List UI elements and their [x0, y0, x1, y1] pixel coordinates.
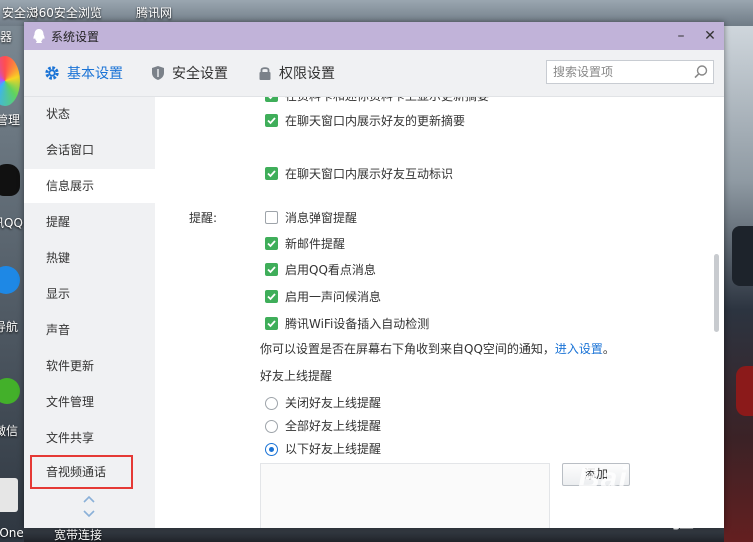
file-icon[interactable]: [0, 478, 18, 512]
desktop-icon-label[interactable]: 360安全浏览: [31, 4, 102, 21]
search-box[interactable]: [546, 60, 714, 84]
checkbox-chat-interaction-mark[interactable]: [265, 167, 278, 180]
app-launcher-icon[interactable]: [0, 56, 20, 106]
lock-icon: [259, 67, 271, 80]
qq-logo-icon: [33, 29, 45, 43]
desktop-icon-label[interactable]: 宽带连接: [54, 528, 102, 542]
window-title: 系统设置: [51, 30, 100, 44]
tab-permission-settings[interactable]: 权限设置: [258, 50, 335, 96]
tab-basic-settings[interactable]: 基本设置: [44, 50, 123, 96]
desktop-icon-label[interactable]: 微信: [0, 422, 18, 439]
radio-following-friends-online[interactable]: [265, 443, 278, 456]
sidebar-item-reminder[interactable]: 提醒: [24, 205, 155, 239]
radio-close-online-reminder[interactable]: [265, 397, 278, 410]
checkbox-greeting-message[interactable]: [265, 290, 278, 303]
baidu-jingyan-watermark: Bai 经验 jingyan.baidu.com: [578, 462, 716, 533]
paw-icon: [644, 470, 666, 492]
option-label: 消息弹窗提醒: [285, 211, 358, 225]
option-label: 在聊天窗口内展示好友互动标识: [285, 167, 454, 181]
option-label: 关闭好友上线提醒: [285, 396, 382, 410]
checkbox-wifi-device-detect[interactable]: [265, 317, 278, 330]
car-shape: [736, 366, 753, 416]
sidebar-item-file-sharing[interactable]: 文件共享: [24, 421, 155, 455]
friend-list-box[interactable]: [260, 463, 550, 528]
search-input[interactable]: [547, 61, 693, 83]
browser-e-icon[interactable]: [0, 266, 20, 294]
option-label: 在资料卡和迷你资料卡上显示更新摘要: [285, 97, 489, 105]
tab-security-settings[interactable]: 安全设置: [151, 50, 228, 96]
checkbox-chat-friend-update[interactable]: [265, 114, 278, 127]
checkbox-qq-kandian[interactable]: [265, 263, 278, 276]
checkbox-message-popup[interactable]: [265, 211, 278, 224]
tab-label: 权限设置: [279, 66, 335, 82]
desktop-icon-label[interactable]: 腾讯网: [136, 4, 172, 21]
desktop-icon-label[interactable]: 器: [0, 28, 12, 45]
title-bar[interactable]: 系统设置 – ✕: [24, 22, 724, 50]
qq-penguin-icon[interactable]: [0, 164, 20, 196]
enter-settings-link[interactable]: 进入设置: [555, 342, 603, 356]
car-shape: [732, 226, 753, 286]
settings-sidebar: 状态 会话窗口 信息展示 提醒 热键 显示 声音 软件更新 文件管理 文件共享 …: [24, 97, 155, 528]
tab-label: 安全设置: [172, 66, 228, 82]
tab-label: 基本设置: [67, 66, 123, 82]
close-button[interactable]: ✕: [699, 26, 721, 46]
shield-icon: [152, 66, 164, 80]
watermark-main: Bai: [578, 462, 628, 495]
sidebar-item-av-call[interactable]: 音视频通话: [30, 455, 133, 489]
sidebar-item-status[interactable]: 状态: [24, 97, 155, 131]
sidebar-item-chat-window[interactable]: 会话窗口: [24, 133, 155, 167]
option-label: 新邮件提醒: [285, 237, 346, 251]
sidebar-item-info-display[interactable]: 信息展示: [24, 169, 155, 203]
sidebar-item-display[interactable]: 显示: [24, 277, 155, 311]
sidebar-item-sound[interactable]: 声音: [24, 313, 155, 347]
sidebar-item-file-management[interactable]: 文件管理: [24, 385, 155, 419]
watermark-url: jingyan.baidu.com: [580, 504, 686, 518]
chevron-up-icon[interactable]: [82, 495, 96, 504]
desktop-icon-label[interactable]: iOne: [0, 526, 24, 540]
sidebar-item-software-update[interactable]: 软件更新: [24, 349, 155, 383]
option-label: 以下好友上线提醒: [285, 442, 382, 456]
settings-window: 系统设置 – ✕ 基本设置 安全设置 权限设置 搜索设置项 状态 会话窗口 信息…: [24, 22, 724, 528]
chevron-down-icon[interactable]: [82, 509, 96, 518]
gear-icon: [45, 66, 59, 80]
qzone-notice: 你可以设置是否在屏幕右下角收到来自QQ空间的通知，进入设置。: [260, 340, 615, 358]
reminder-section-label: 提醒:: [189, 211, 218, 225]
desktop-icon-label[interactable]: 管理: [0, 111, 20, 128]
sidebar-item-hotkeys[interactable]: 热键: [24, 241, 155, 275]
checkbox-new-mail[interactable]: [265, 237, 278, 250]
option-label: 腾讯WiFi设备插入自动检测: [285, 317, 430, 331]
friend-online-section-title: 好友上线提醒: [260, 369, 333, 383]
option-label: 启用一声问候消息: [285, 290, 382, 304]
desktop-bottom-strip: 宽带连接: [24, 528, 724, 542]
wechat-icon[interactable]: [0, 378, 20, 404]
top-navigation: 基本设置 安全设置 权限设置: [24, 50, 724, 97]
minimize-button[interactable]: –: [670, 26, 692, 46]
radio-all-friends-online[interactable]: [265, 420, 278, 433]
desktop-left-strip: 器 管理 讯QQ 导航 微信 iOne: [0, 26, 24, 542]
watermark-main2: 经验: [670, 471, 694, 533]
option-label: 启用QQ看点消息: [285, 263, 376, 277]
qzone-notice-end: 。: [602, 342, 615, 356]
desktop-wallpaper-car: [724, 26, 753, 542]
desktop-icon-label[interactable]: 讯QQ: [0, 214, 23, 231]
option-label: 在聊天窗口内展示好友的更新摘要: [285, 114, 466, 128]
desktop-icon-label[interactable]: 导航: [0, 318, 18, 335]
option-label: 全部好友上线提醒: [285, 419, 382, 433]
checkbox-profile-card-update[interactable]: [265, 97, 278, 102]
scrollbar-thumb[interactable]: [714, 254, 719, 332]
search-icon[interactable]: [693, 64, 709, 80]
qzone-notice-text: 你可以设置是否在屏幕右下角收到来自QQ空间的通知，: [260, 342, 555, 356]
